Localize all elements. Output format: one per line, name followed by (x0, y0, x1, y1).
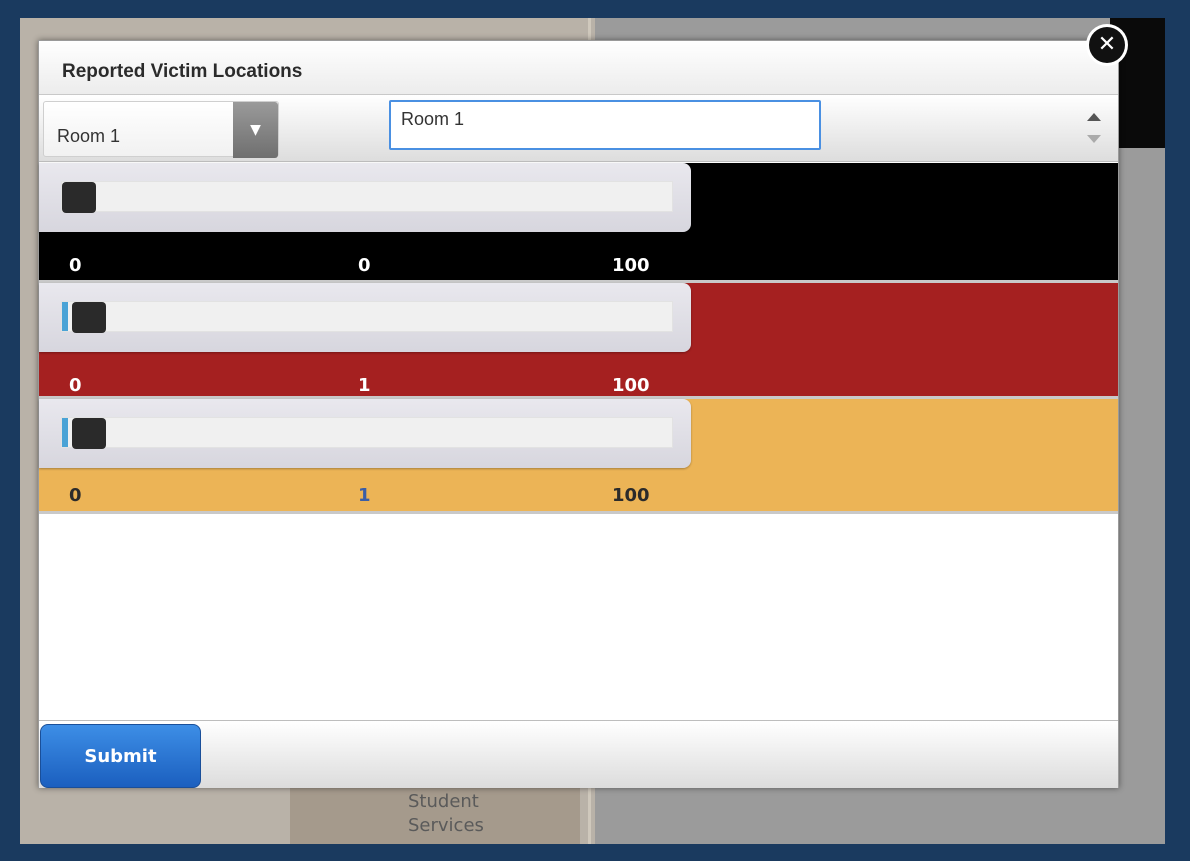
slider-max-label: 100 (612, 485, 650, 506)
map-label: Student Services (408, 791, 484, 836)
room-select-value: Room 1 (57, 126, 121, 146)
dialog-title: Reported Victim Locations (62, 61, 303, 82)
victim-slider-row: 0 1 100 (39, 283, 1118, 400)
chevron-down-icon[interactable]: ▼ (233, 102, 278, 158)
slider-min-label: 0 (69, 485, 82, 506)
submit-button[interactable]: Submit (40, 724, 201, 788)
dialog-footer: Submit (39, 720, 1118, 788)
dialog-header: Reported Victim Locations (39, 41, 1118, 95)
slider-pane (39, 283, 691, 352)
slider-pane (39, 163, 691, 232)
slider-value-label: 1 (358, 375, 371, 396)
slider-thumb[interactable] (62, 182, 96, 213)
slider-thumb[interactable] (71, 418, 106, 449)
caret-up-icon[interactable] (1087, 113, 1101, 121)
slider-value-label: 0 (358, 255, 371, 276)
slider-max-label: 100 (612, 255, 650, 276)
victim-locations-dialog: Reported Victim Locations Room 1 ▼ 0 0 1… (38, 40, 1119, 788)
slider-track[interactable] (61, 417, 673, 449)
slider-value-label: 1 (358, 485, 371, 506)
room-toolbar: Room 1 ▼ (39, 95, 1118, 162)
slider-track[interactable] (61, 301, 673, 333)
slider-min-label: 0 (69, 375, 82, 396)
close-button[interactable]: ✕ (1086, 24, 1128, 66)
slider-max-label: 100 (612, 375, 650, 396)
victim-slider-row: 0 0 100 (39, 163, 1118, 280)
divider (39, 511, 1118, 514)
scroll-spinner[interactable] (1082, 105, 1108, 151)
slider-track[interactable] (61, 181, 673, 213)
caret-down-icon[interactable] (1087, 135, 1101, 143)
slider-min-label: 0 (69, 255, 82, 276)
slider-thumb[interactable] (71, 302, 106, 333)
slider-pane (39, 399, 691, 468)
victim-slider-row: 0 1 100 (39, 399, 1118, 511)
room-select[interactable]: Room 1 ▼ (43, 101, 279, 158)
slider-fill (62, 302, 69, 331)
slider-fill (62, 418, 69, 447)
room-name-input[interactable] (389, 100, 821, 150)
close-icon[interactable]: ✕ (1089, 27, 1125, 63)
